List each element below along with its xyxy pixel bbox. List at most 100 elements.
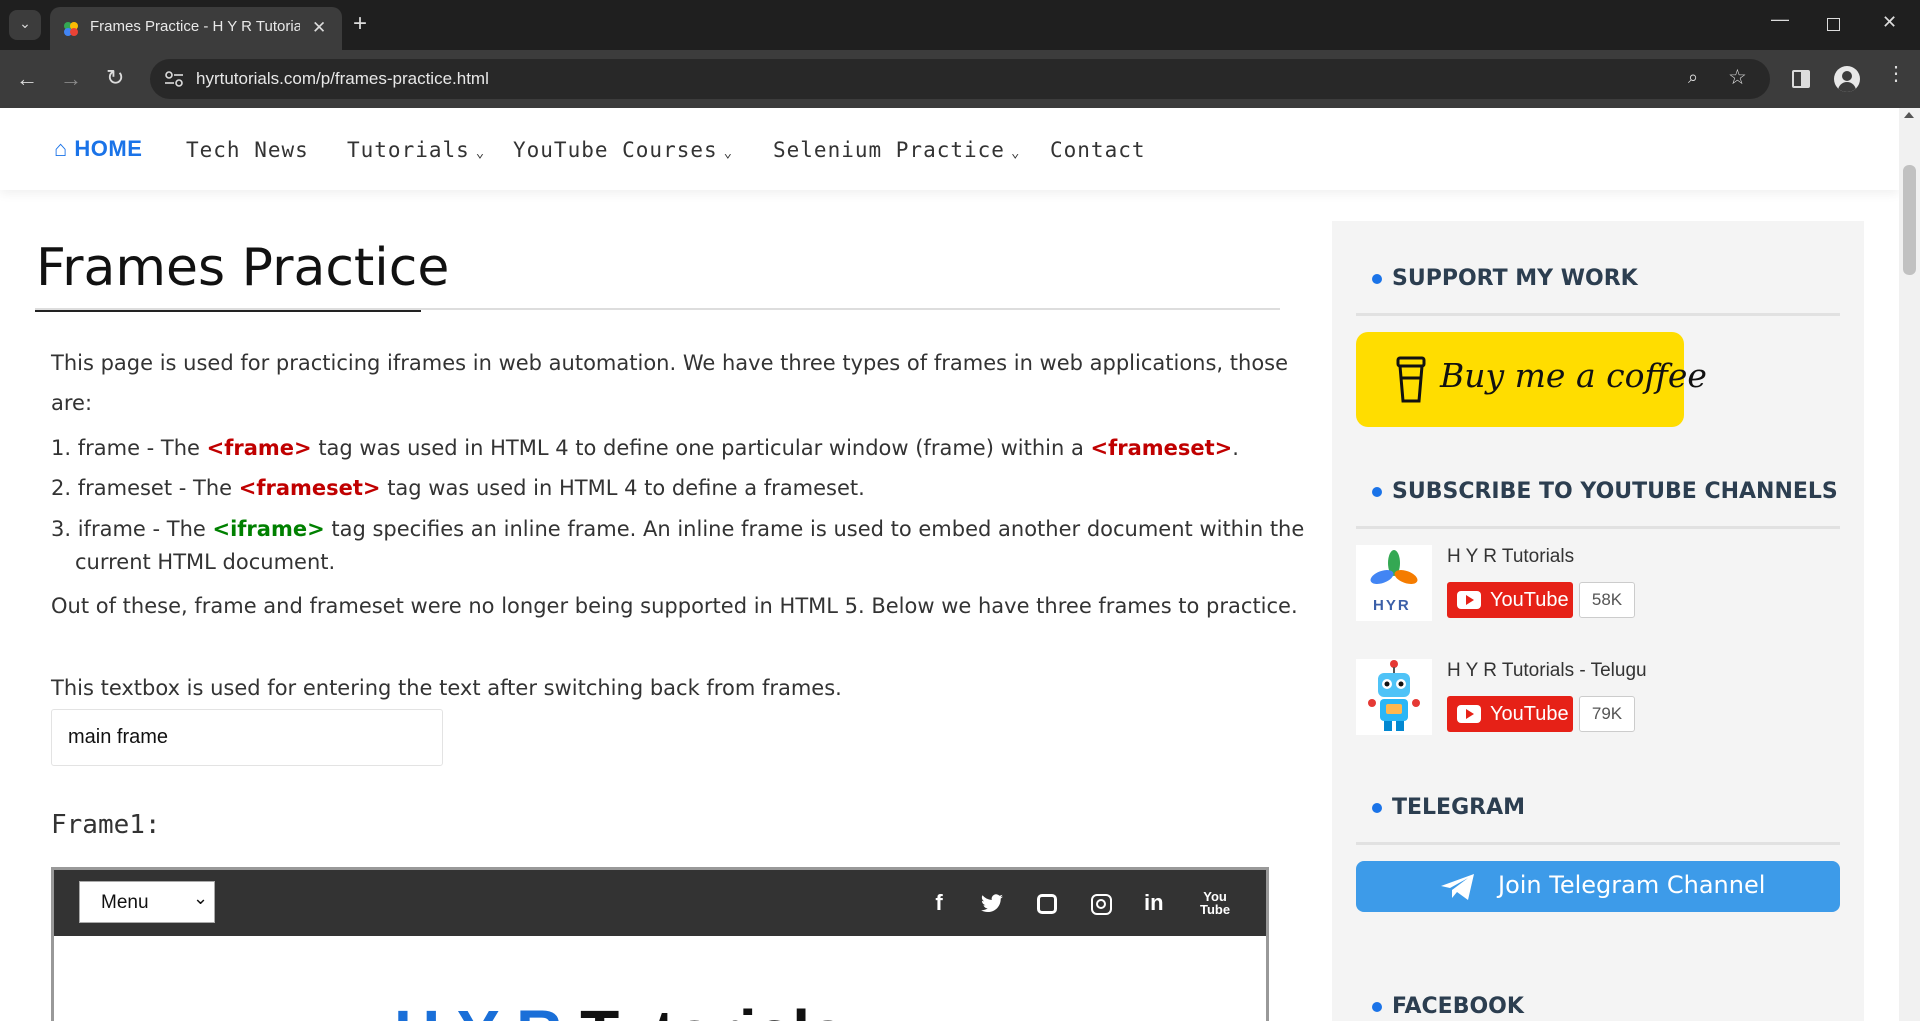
list-item-iframe-cont: current HTML document. — [75, 550, 336, 574]
minimize-icon[interactable]: — — [1771, 10, 1789, 28]
facebook-heading-text: FACEBOOK — [1392, 994, 1524, 1019]
list-item-frame: 1. frame - The <frame> tag was used in H… — [51, 436, 1239, 460]
title-underline — [35, 308, 1280, 310]
subscribe-heading-text: SUBSCRIBE TO YOUTUBE CHANNELS — [1392, 479, 1838, 504]
twitter-icon[interactable] — [980, 894, 1004, 914]
nav-tech-news[interactable]: Tech News — [186, 138, 309, 162]
list-item-frame-text-2: tag was used in HTML 4 to define one par… — [311, 436, 1091, 460]
zoom-icon[interactable]: ⌕ — [1688, 68, 1698, 86]
chevron-down-icon: ⌄ — [475, 145, 486, 161]
support-rule — [1356, 313, 1840, 316]
nav-tutorials[interactable]: Tutorials ⌄ — [347, 138, 485, 162]
page-title: Frames Practice — [36, 238, 450, 298]
scroll-up-arrow-icon[interactable] — [1904, 112, 1914, 118]
address-bar[interactable]: hyrtutorials.com/p/frames-practice.html … — [150, 59, 1770, 99]
youtube-button-label: YouTube — [1490, 703, 1569, 725]
site-info-icon[interactable] — [164, 70, 184, 88]
tab-search-chevron-icon[interactable]: ⌄ — [9, 10, 41, 40]
browser-tab-bar: ⌄ Frames Practice - H Y R Tutorials ✕ + … — [0, 0, 1920, 50]
nav-contact[interactable]: Contact — [1050, 138, 1146, 162]
side-panel-icon[interactable] — [1792, 70, 1810, 88]
list-item-frameset: 2. frameset - The <frameset> tag was use… — [51, 476, 865, 500]
nav-tech-news-label: Tech News — [186, 138, 309, 162]
forward-icon[interactable]: → — [60, 68, 82, 90]
channel-logo-hyr[interactable]: HYR — [1356, 545, 1432, 621]
frameset-tag: <frameset> — [238, 476, 381, 500]
nav-tutorials-label: Tutorials — [347, 138, 470, 162]
telegram-plane-icon — [1441, 874, 1474, 900]
linkedin-icon[interactable]: in — [1144, 890, 1164, 916]
profile-avatar-icon[interactable] — [1834, 66, 1860, 92]
subscriber-count: 79K — [1579, 696, 1635, 732]
nav-contact-label: Contact — [1050, 138, 1146, 162]
scrollbar-thumb[interactable] — [1903, 165, 1916, 275]
support-heading: SUPPORT MY WORK — [1372, 266, 1638, 291]
frame-menu-label: Menu — [101, 892, 149, 913]
nav-selenium-practice-label: Selenium Practice — [773, 138, 1005, 162]
browser-menu-icon[interactable]: ⋮ — [1886, 64, 1906, 84]
buy-me-coffee-button[interactable]: Buy me a coffee — [1356, 332, 1707, 427]
chevron-down-icon: ⌄ — [723, 145, 734, 161]
intro-line-1: This page is used for practicing iframes… — [51, 351, 1289, 375]
channel-logo-robot[interactable] — [1356, 659, 1432, 735]
channel-name[interactable]: H Y R Tutorials — [1447, 546, 1574, 568]
sidebar: SUPPORT MY WORK Buy me a coffee SUBSCRIB… — [1332, 221, 1864, 1021]
instagram-icon[interactable] — [1091, 894, 1112, 915]
favicon-icon — [64, 22, 78, 36]
chevron-down-icon: ⌄ — [1010, 145, 1021, 161]
frame-header-bar — [54, 870, 1266, 936]
intro-line-2: are: — [51, 391, 93, 415]
youtube-icon[interactable]: You Tube — [1200, 890, 1230, 916]
youtube-subscribe-button[interactable]: YouTube — [1447, 582, 1573, 618]
tab-title: Frames Practice - H Y R Tutorials — [90, 18, 300, 35]
back-icon[interactable]: ← — [16, 68, 38, 90]
url-text: hyrtutorials.com/p/frames-practice.html — [196, 69, 489, 88]
frame-tag: <frame> — [206, 436, 312, 460]
subscriber-count: 58K — [1579, 582, 1635, 618]
channel-name[interactable]: H Y R Tutorials - Telugu — [1447, 660, 1647, 682]
frame-menu-select[interactable]: Menu ⌄ — [79, 881, 215, 923]
window-close-icon[interactable]: ✕ — [1882, 13, 1897, 31]
iframe-tag: <iframe> — [212, 517, 325, 541]
github-icon[interactable] — [1037, 894, 1057, 914]
main-frame-textbox[interactable] — [51, 709, 443, 766]
support-heading-text: SUPPORT MY WORK — [1392, 266, 1638, 291]
telegram-rule — [1356, 842, 1840, 845]
tab-close-icon[interactable]: ✕ — [312, 19, 326, 36]
youtube-button-label: YouTube — [1490, 589, 1569, 611]
robot-icon — [1368, 660, 1420, 731]
textbox-label: This textbox is used for entering the te… — [51, 676, 842, 700]
nav-home[interactable]: ⌂ HOME — [54, 136, 142, 162]
frame1-iframe[interactable]: Menu ⌄ f in YouTube H Y R Tutorials — [51, 867, 1269, 1021]
outro-text: Out of these, frame and frameset were no… — [51, 594, 1298, 618]
nav-youtube-courses[interactable]: YouTube Courses ⌄ — [513, 138, 733, 162]
telegram-heading: TELEGRAM — [1372, 795, 1525, 820]
channel-logo-text: HYR — [1373, 597, 1411, 614]
nav-youtube-courses-label: YouTube Courses — [513, 138, 718, 162]
reload-icon[interactable]: ↻ — [106, 67, 124, 89]
join-telegram-label: Join Telegram Channel — [1498, 871, 1766, 899]
browser-toolbar: ← → ↻ hyrtutorials.com/p/frames-practice… — [0, 50, 1920, 108]
site-navigation: ⌂ HOME Tech News Tutorials ⌄ YouTube Cour… — [0, 108, 1899, 190]
list-item-frame-period: . — [1232, 436, 1239, 460]
list-item-frame-text: 1. frame - The — [51, 436, 207, 460]
telegram-heading-text: TELEGRAM — [1392, 795, 1525, 820]
youtube-subscribe-button[interactable]: YouTube — [1447, 696, 1573, 732]
subscribe-rule — [1356, 526, 1840, 529]
youtube-play-icon — [1457, 591, 1481, 609]
list-item-frameset-text: 2. frameset - The — [51, 476, 239, 500]
youtube-play-icon — [1457, 705, 1481, 723]
facebook-heading: FACEBOOK — [1372, 994, 1524, 1019]
subscribe-heading: SUBSCRIBE TO YOUTUBE CHANNELS — [1372, 479, 1838, 504]
list-item-iframe-text: 3. iframe - The — [51, 517, 213, 541]
hyr-leaf-icon — [1370, 550, 1418, 584]
join-telegram-button[interactable]: Join Telegram Channel — [1356, 861, 1840, 912]
browser-tab-active[interactable]: Frames Practice - H Y R Tutorials ✕ — [50, 7, 342, 50]
restore-icon[interactable] — [1827, 18, 1840, 31]
bookmark-star-icon[interactable]: ☆ — [1728, 67, 1747, 88]
nav-home-label: HOME — [74, 136, 143, 161]
list-item-iframe: 3. iframe - The <iframe> tag specifies a… — [51, 517, 1304, 541]
facebook-icon[interactable]: f — [924, 890, 954, 916]
nav-selenium-practice[interactable]: Selenium Practice ⌄ — [773, 138, 1020, 162]
new-tab-icon[interactable]: + — [353, 12, 367, 36]
